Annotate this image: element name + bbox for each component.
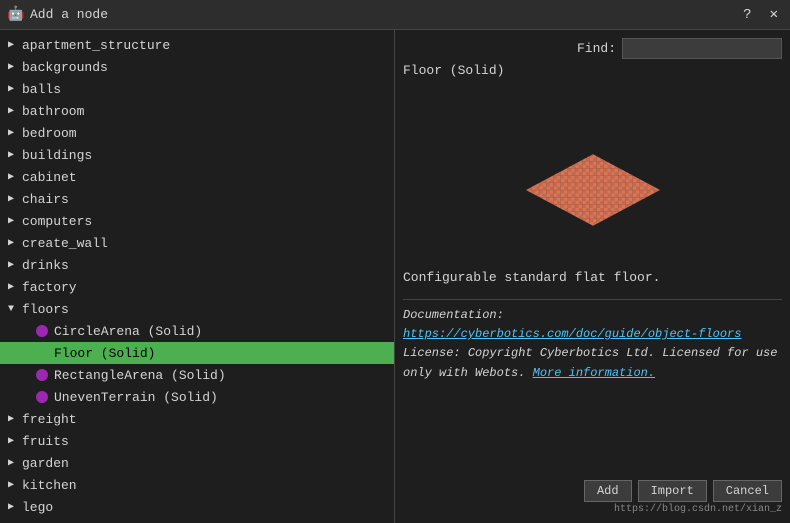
- arrow-expand-icon: ▼: [8, 304, 22, 315]
- arrow-icon: ▶: [8, 501, 22, 513]
- tree-item-chairs[interactable]: ▶ chairs: [0, 188, 394, 210]
- sub-item-label: Floor (Solid): [54, 346, 155, 361]
- doc-documentation-link[interactable]: https://cyberbotics.com/doc/guide/object…: [403, 327, 741, 341]
- tree-item-balls[interactable]: ▶ balls: [0, 78, 394, 100]
- tree-item-label: fruits: [22, 434, 386, 449]
- tree-item-label: apartment_structure: [22, 38, 386, 53]
- tree-item-apartment-structure[interactable]: ▶ apartment_structure: [0, 34, 394, 56]
- arrow-icon: ▶: [8, 413, 22, 425]
- tree-sub-item-circle-arena[interactable]: CircleArena (Solid): [0, 320, 394, 342]
- tree-item-computers[interactable]: ▶ computers: [0, 210, 394, 232]
- arrow-icon: ▶: [8, 215, 22, 227]
- preview-area: Floor (Solid): [403, 63, 782, 476]
- arrow-icon: ▶: [8, 259, 22, 271]
- arrow-icon: ▶: [8, 127, 22, 139]
- node-icon: [36, 347, 48, 359]
- tree-item-label: factory: [22, 280, 386, 295]
- doc-more-info-link[interactable]: More information.: [533, 366, 655, 380]
- watermark: https://blog.csdn.net/xian_z: [403, 502, 782, 515]
- window-title: Add a node: [30, 7, 108, 22]
- preview-description: Configurable standard flat floor.: [403, 270, 782, 285]
- tree-panel[interactable]: ▶ apartment_structure ▶ backgrounds ▶ ba…: [0, 30, 395, 523]
- doc-license-label: License:: [403, 346, 461, 360]
- arrow-icon: ▶: [8, 171, 22, 183]
- arrow-icon: ▶: [8, 105, 22, 117]
- tree-sub-item-rectangle-arena[interactable]: RectangleArena (Solid): [0, 364, 394, 386]
- app-icon: 🤖: [8, 7, 24, 23]
- arrow-icon: ▶: [8, 281, 22, 293]
- arrow-icon: ▶: [8, 83, 22, 95]
- tree-item-label: chairs: [22, 192, 386, 207]
- doc-section: Documentation: https://cyberbotics.com/d…: [403, 306, 782, 383]
- tree-item-freight[interactable]: ▶ freight: [0, 408, 394, 430]
- tree-item-floors[interactable]: ▼ floors: [0, 298, 394, 320]
- node-icon: [36, 325, 48, 337]
- tree-item-kitchen[interactable]: ▶ kitchen: [0, 474, 394, 496]
- arrow-icon: ▶: [8, 457, 22, 469]
- tree-item-bathroom[interactable]: ▶ bathroom: [0, 100, 394, 122]
- tree-item-buildings[interactable]: ▶ buildings: [0, 144, 394, 166]
- sub-item-label: UnevenTerrain (Solid): [54, 390, 218, 405]
- tree-item-label: create_wall: [22, 236, 386, 251]
- tree-item-lego[interactable]: ▶ lego: [0, 496, 394, 518]
- help-button[interactable]: ?: [739, 5, 755, 25]
- arrow-icon: ▶: [8, 435, 22, 447]
- tree-item-label: drinks: [22, 258, 386, 273]
- tree-item-label: floors: [22, 302, 386, 317]
- tree-item-factory[interactable]: ▶ factory: [0, 276, 394, 298]
- preview-image-area: [403, 82, 782, 262]
- tree-item-label: lego: [22, 500, 386, 515]
- tree-item-backgrounds[interactable]: ▶ backgrounds: [0, 56, 394, 78]
- find-input[interactable]: [622, 38, 782, 59]
- arrow-icon: ▶: [8, 479, 22, 491]
- find-bar: Find:: [403, 38, 782, 59]
- arrow-icon: ▶: [8, 237, 22, 249]
- tree-item-cabinet[interactable]: ▶ cabinet: [0, 166, 394, 188]
- title-bar-controls: ? ✕: [739, 4, 782, 25]
- title-bar: 🤖 Add a node ? ✕: [0, 0, 790, 30]
- tree-item-fruits[interactable]: ▶ fruits: [0, 430, 394, 452]
- right-panel: Find: Floor (Solid): [395, 30, 790, 523]
- tree-item-create-wall[interactable]: ▶ create_wall: [0, 232, 394, 254]
- arrow-icon: ▶: [8, 193, 22, 205]
- tree-item-label: buildings: [22, 148, 386, 163]
- tree-item-label: backgrounds: [22, 60, 386, 75]
- tree-item-label: kitchen: [22, 478, 386, 493]
- sub-item-label: CircleArena (Solid): [54, 324, 202, 339]
- node-icon: [36, 391, 48, 403]
- arrow-icon: ▶: [8, 61, 22, 73]
- tree-item-label: bedroom: [22, 126, 386, 141]
- doc-line2: License: Copyright Cyberbotics Ltd. Lice…: [403, 344, 782, 382]
- tree-item-label: garden: [22, 456, 386, 471]
- tree-sub-item-floor-solid[interactable]: Floor (Solid): [0, 342, 394, 364]
- doc-documentation-label: Documentation:: [403, 308, 504, 322]
- tree-item-label: bathroom: [22, 104, 386, 119]
- tree-item-label: freight: [22, 412, 386, 427]
- sub-item-label: RectangleArena (Solid): [54, 368, 226, 383]
- tree-sub-item-uneven-terrain[interactable]: UnevenTerrain (Solid): [0, 386, 394, 408]
- tree-item-drinks[interactable]: ▶ drinks: [0, 254, 394, 276]
- title-bar-left: 🤖 Add a node: [8, 7, 108, 23]
- bottom-bar: Add Import Cancel: [403, 476, 782, 502]
- add-button[interactable]: Add: [584, 480, 632, 502]
- tree-item-label: balls: [22, 82, 386, 97]
- import-button[interactable]: Import: [638, 480, 707, 502]
- cancel-button[interactable]: Cancel: [713, 480, 782, 502]
- doc-line1: Documentation: https://cyberbotics.com/d…: [403, 306, 782, 344]
- arrow-icon: ▶: [8, 149, 22, 161]
- preview-title: Floor (Solid): [403, 63, 782, 78]
- main-container: ▶ apartment_structure ▶ backgrounds ▶ ba…: [0, 30, 790, 523]
- arrow-icon: ▶: [8, 39, 22, 51]
- close-button[interactable]: ✕: [766, 4, 782, 25]
- tree-item-label: computers: [22, 214, 386, 229]
- tree-item-garden[interactable]: ▶ garden: [0, 452, 394, 474]
- find-label: Find:: [577, 41, 616, 56]
- node-icon: [36, 369, 48, 381]
- floor-preview-svg: [503, 112, 683, 232]
- tree-item-label: cabinet: [22, 170, 386, 185]
- divider: [403, 299, 782, 300]
- tree-item-bedroom[interactable]: ▶ bedroom: [0, 122, 394, 144]
